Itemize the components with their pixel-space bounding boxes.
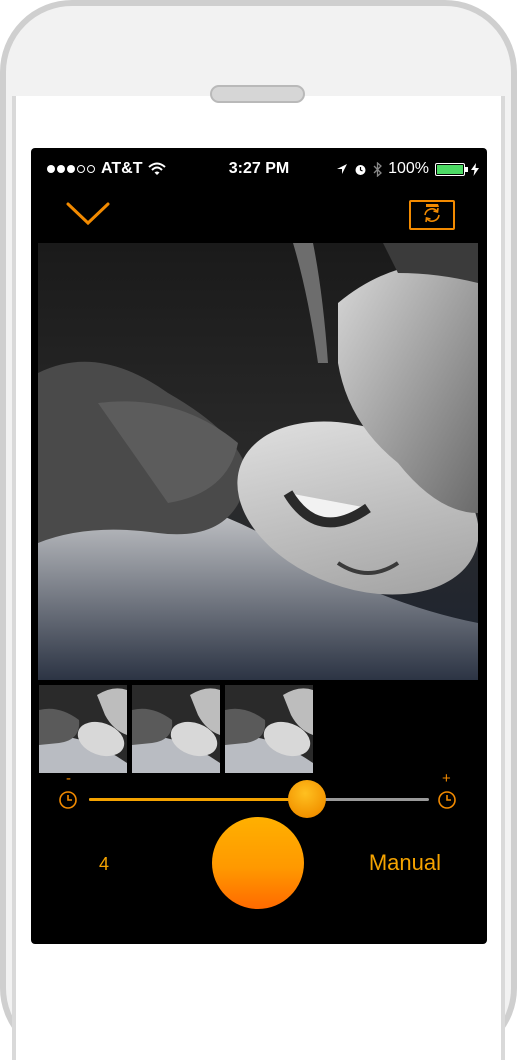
shutter-button[interactable] xyxy=(212,817,304,909)
status-bar: AT&T 3:27 PM 100% xyxy=(31,158,487,182)
battery-percent: 100% xyxy=(388,160,429,177)
photo-thumbnail-1[interactable] xyxy=(39,685,127,773)
status-right: 100% xyxy=(336,160,479,178)
photo-count-label[interactable]: 4 xyxy=(99,854,109,875)
camera-flip-icon xyxy=(424,204,440,223)
photo-thumbnail-3[interactable] xyxy=(225,685,313,773)
camera-flip-button[interactable] xyxy=(409,200,455,230)
timer-minus-label: - xyxy=(66,770,71,787)
photo-thumbnail-2[interactable] xyxy=(132,685,220,773)
timer-slider-track[interactable] xyxy=(89,798,429,801)
camera-screen: AT&T 3:27 PM 100% - + 4 Manual xyxy=(31,148,487,944)
camera-preview-photo[interactable] xyxy=(38,243,478,680)
capture-mode-label[interactable]: Manual xyxy=(369,850,441,876)
location-arrow-icon xyxy=(337,164,348,174)
bluetooth-icon xyxy=(373,161,383,177)
timer-slider-thumb[interactable] xyxy=(287,780,326,818)
alarm-icon xyxy=(355,164,366,175)
timer-max-icon xyxy=(438,791,456,809)
phone-speaker xyxy=(210,85,305,103)
timer-plus-label: + xyxy=(442,770,451,787)
timer-min-icon xyxy=(59,791,77,809)
timer-slider-fill xyxy=(89,798,307,801)
battery-icon xyxy=(435,162,468,176)
chevron-down-icon[interactable] xyxy=(65,200,111,228)
thumbnail-strip xyxy=(39,685,479,773)
charging-bolt-icon xyxy=(471,162,479,176)
